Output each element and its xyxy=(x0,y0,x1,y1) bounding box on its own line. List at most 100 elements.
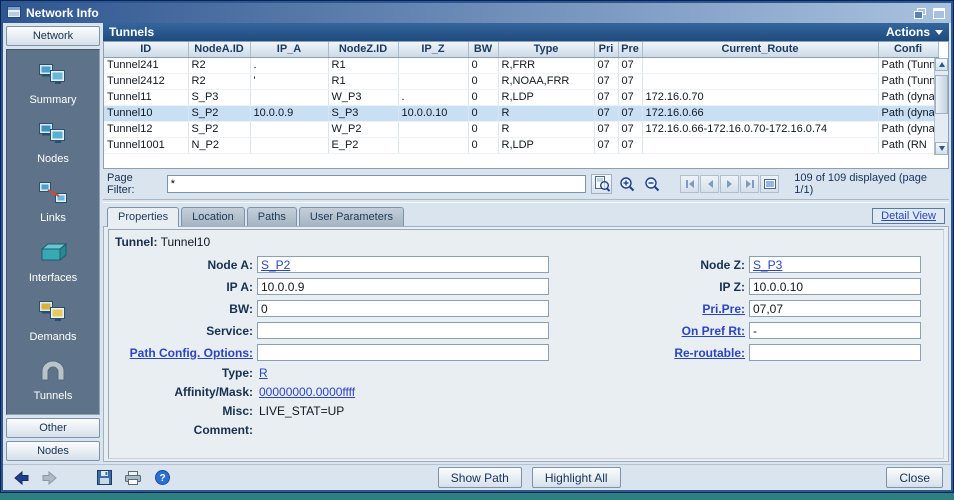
close-button[interactable]: Close xyxy=(886,467,943,488)
table-cell: S_P2 xyxy=(188,121,250,137)
table-cell: N_P2 xyxy=(188,137,250,153)
properties-box: Tunnel: Tunnel10 Node A: S_P2 Node Z: S_… xyxy=(108,229,944,459)
column-header-type[interactable]: Type xyxy=(498,42,594,57)
sidebar-item-interfaces[interactable]: Interfaces xyxy=(7,240,99,284)
table-cell: 07 xyxy=(618,105,642,121)
table-row[interactable]: Tunnel10S_P210.0.0.9S_P310.0.0.100R07071… xyxy=(104,105,938,121)
table-row[interactable]: Tunnel241R2.R10R,FRR0707Path (Tunne xyxy=(104,57,938,73)
last-page-button[interactable] xyxy=(740,175,759,193)
sidebar-item-label: Nodes xyxy=(37,153,69,165)
column-header-bw[interactable]: BW xyxy=(468,42,498,57)
column-header-nodez-id[interactable]: NodeZ.ID xyxy=(328,42,398,57)
first-page-button[interactable] xyxy=(680,175,699,193)
re-routable-label-link[interactable]: Re-routable: xyxy=(553,346,745,360)
tab-properties[interactable]: Properties xyxy=(107,207,179,227)
table-cell xyxy=(250,89,328,105)
main-panel: Tunnels Actions IDNodeA.IDIP_ANodeZ.IDIP… xyxy=(103,23,951,464)
sidebar: Network Summary Nodes Links Interfaces Deman… xyxy=(3,23,103,464)
table-cell: 10.0.0.10 xyxy=(398,105,468,121)
tab-location[interactable]: Location xyxy=(181,207,245,226)
print-icon-button[interactable] xyxy=(123,468,143,488)
desktop: Network Info Network Summary Nodes Links In… xyxy=(0,0,954,500)
highlight-all-button[interactable]: Highlight All xyxy=(532,467,621,488)
scrollbar-thumb[interactable] xyxy=(935,75,948,114)
column-header-ip-a[interactable]: IP_A xyxy=(250,42,328,57)
nodes-button[interactable]: Nodes xyxy=(6,441,100,461)
ip-z-field[interactable]: 10.0.0.10 xyxy=(749,278,921,295)
zoom-out-button[interactable] xyxy=(642,174,661,194)
column-header-id[interactable]: ID xyxy=(104,42,188,57)
table-cell xyxy=(398,137,468,153)
node-z-link[interactable]: S_P3 xyxy=(753,258,782,272)
table-cell: Path (dynam xyxy=(878,105,938,121)
scroll-down-button[interactable] xyxy=(935,142,948,155)
column-header-nodea-id[interactable]: NodeA.ID xyxy=(188,42,250,57)
table-row[interactable]: Tunnel2412R2'R10R,NOAA,FRR0707Path (Tunn… xyxy=(104,73,938,89)
sidebar-item-links[interactable]: Links xyxy=(7,180,99,224)
maximize-button[interactable] xyxy=(931,6,947,20)
table-cell: Tunnel12 xyxy=(104,121,188,137)
sidebar-item-nodes[interactable]: Nodes xyxy=(7,121,99,165)
table-cell: 0 xyxy=(468,137,498,153)
node-a-link[interactable]: S_P2 xyxy=(261,258,290,272)
node-z-field[interactable]: S_P3 xyxy=(749,256,921,273)
titlebar[interactable]: Network Info xyxy=(3,3,951,23)
table-vertical-scrollbar[interactable] xyxy=(934,58,948,155)
tunnels-table: IDNodeA.IDIP_ANodeZ.IDIP_ZBWTypePriPreCu… xyxy=(104,42,939,154)
misc-value: LIVE_STAT=UP xyxy=(257,404,921,418)
save-icon-button[interactable] xyxy=(94,468,114,488)
path-config-options-label-link[interactable]: Path Config. Options: xyxy=(113,346,253,360)
previous-page-button[interactable] xyxy=(700,175,719,193)
table-cell: R1 xyxy=(328,73,398,89)
other-button[interactable]: Other xyxy=(6,418,100,438)
help-icon-button[interactable]: ? xyxy=(152,468,172,488)
path-config-options-field[interactable] xyxy=(257,344,549,361)
restore-button[interactable] xyxy=(912,6,928,20)
summary-icon xyxy=(38,62,68,93)
ip-a-field[interactable]: 10.0.0.9 xyxy=(257,278,549,295)
node-a-field[interactable]: S_P2 xyxy=(257,256,549,273)
pri-pre-label-link[interactable]: Pri.Pre: xyxy=(553,302,745,316)
column-header-ip-z[interactable]: IP_Z xyxy=(398,42,468,57)
column-header-pre[interactable]: Pre xyxy=(618,42,642,57)
pri-pre-field[interactable]: 07,07 xyxy=(749,300,921,317)
sidebar-item-tunnels[interactable]: Tunnels xyxy=(7,358,99,402)
sidebar-item-demands[interactable]: Demands xyxy=(7,299,99,343)
actions-menu-button[interactable]: Actions xyxy=(886,25,943,39)
table-row[interactable]: Tunnel1001N_P2E_P20R,LDP0707Path (RN xyxy=(104,137,938,153)
on-pref-rt-label-link[interactable]: On Pref Rt: xyxy=(553,324,745,338)
tab-user-parameters[interactable]: User Parameters xyxy=(299,207,404,226)
service-field[interactable] xyxy=(257,322,549,339)
next-page-button[interactable] xyxy=(720,175,739,193)
table-cell: 07 xyxy=(594,89,618,105)
zoom-in-button[interactable] xyxy=(617,174,636,194)
table-cell: 0 xyxy=(468,121,498,137)
table-cell: . xyxy=(398,89,468,105)
column-header-pri[interactable]: Pri xyxy=(594,42,618,57)
back-button[interactable] xyxy=(11,468,31,488)
table-cell: W_P3 xyxy=(328,89,398,105)
ip-a-label: IP A: xyxy=(113,280,253,294)
affinity-mask-link[interactable]: 00000000.0000ffff xyxy=(259,385,355,399)
column-header-confi[interactable]: Confi xyxy=(878,42,938,57)
scrollbar-track[interactable] xyxy=(935,71,948,142)
page-filter-input[interactable] xyxy=(167,175,586,193)
tab-paths[interactable]: Paths xyxy=(247,207,297,226)
sidebar-item-summary[interactable]: Summary xyxy=(7,62,99,106)
network-button[interactable]: Network xyxy=(6,26,100,46)
bw-field[interactable]: 0 xyxy=(257,300,549,317)
re-routable-field[interactable] xyxy=(749,344,921,361)
column-header-current-route[interactable]: Current_Route xyxy=(642,42,878,57)
scroll-up-button[interactable] xyxy=(935,58,948,71)
preview-button[interactable] xyxy=(591,174,612,194)
on-pref-rt-field[interactable]: - xyxy=(749,322,921,339)
forward-button[interactable] xyxy=(40,468,60,488)
show-path-button[interactable]: Show Path xyxy=(438,467,522,488)
triangle-up-icon xyxy=(939,62,945,67)
detail-view-link[interactable]: Detail View xyxy=(872,208,945,224)
table-row[interactable]: Tunnel12S_P2W_P20R0707172.16.0.66-172.16… xyxy=(104,121,938,137)
type-link[interactable]: R xyxy=(259,366,268,380)
list-view-button[interactable] xyxy=(760,175,779,193)
window-icon xyxy=(7,6,21,21)
table-row[interactable]: Tunnel11S_P3W_P3.0R,LDP0707172.16.0.70Pa… xyxy=(104,89,938,105)
